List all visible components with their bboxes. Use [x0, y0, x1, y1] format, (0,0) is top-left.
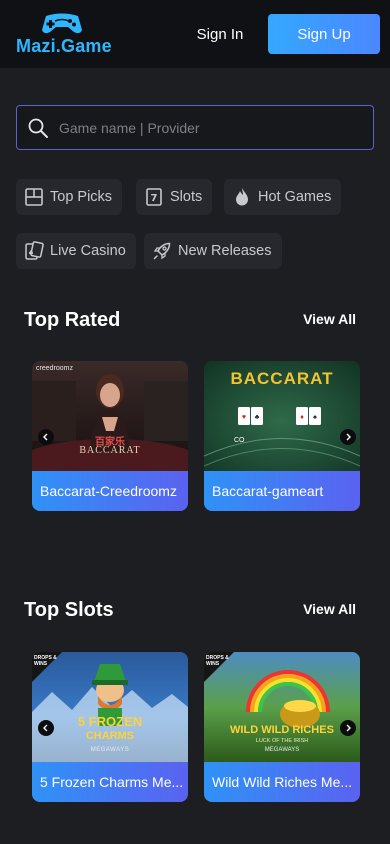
- category-label: Live Casino: [50, 243, 126, 259]
- chevron-left-icon: [43, 724, 48, 732]
- flame-icon: [236, 188, 248, 206]
- game-thumbnail: ♥ ♣ ♦ ♠ BACCARAT CO: [204, 361, 360, 471]
- drops-wins-badge: DROPS & WINS: [34, 655, 57, 667]
- category-label: Hot Games: [258, 189, 332, 205]
- chevron-left-icon: [43, 433, 48, 441]
- category-new-releases[interactable]: New Releases: [144, 233, 282, 269]
- svg-text:♥: ♥: [242, 414, 246, 421]
- chevron-right-icon: [346, 724, 351, 732]
- search-bar[interactable]: [16, 105, 374, 150]
- app-header: Mazi.Game Sign In Sign Up: [0, 0, 390, 68]
- thumb-subtitle: MEGAWAYS: [90, 747, 130, 753]
- view-all-top-rated-link[interactable]: View All: [303, 311, 356, 327]
- section-title-top-rated: Top Rated: [24, 309, 121, 331]
- carousel-prev-button[interactable]: [38, 429, 54, 445]
- provider-brand: creedroomz: [36, 365, 73, 372]
- sign-up-button[interactable]: Sign Up: [268, 14, 380, 54]
- logo-text: Mazi.Game: [16, 36, 112, 56]
- search-input[interactable]: [59, 119, 373, 136]
- game-title: Baccarat-Creedroomz: [32, 471, 188, 511]
- category-hot-games[interactable]: Hot Games: [224, 179, 342, 215]
- game-card-5-frozen-charms[interactable]: DROPS & WINS 5 FROZEN CHARMS MEGAWAYS 5 …: [32, 652, 188, 802]
- grid-icon: [25, 188, 43, 206]
- game-title: 5 Frozen Charms Me...: [32, 762, 188, 802]
- game-thumbnail: DROPS & WINS 5 FROZEN CHARMS MEGAWAYS: [32, 652, 188, 762]
- game-thumbnail: DROPS & WINS WILD WILD RICHES LUCK OF TH…: [204, 652, 360, 762]
- thumb-title: BACCARAT: [230, 369, 334, 388]
- category-top-picks[interactable]: Top Picks: [16, 179, 123, 215]
- thumb-title: WILD WILD RICHES: [230, 724, 334, 736]
- category-label: Slots: [170, 189, 203, 205]
- section-title-top-slots: Top Slots: [24, 599, 114, 621]
- slot-machine-icon: 7: [146, 188, 162, 206]
- game-card-baccarat-creedroomz[interactable]: creedroomz 百家乐 BACCARAT Baccarat-Creedro…: [32, 361, 188, 511]
- carousel-next-button[interactable]: [340, 720, 356, 736]
- game-title: Baccarat-gameart: [204, 471, 360, 511]
- game-title: Wild Wild Riches Me...: [204, 762, 360, 802]
- thumb-title-2: CHARMS: [85, 730, 135, 742]
- category-live-casino[interactable]: ♠ Live Casino: [16, 233, 136, 269]
- game-card-baccarat-gameart[interactable]: ♥ ♣ ♦ ♠ BACCARAT CO Baccarat-gameart: [204, 361, 360, 511]
- thumb-title: 5 FROZEN: [77, 714, 143, 729]
- svg-text:♦: ♦: [300, 414, 304, 421]
- logo[interactable]: Mazi.Game: [16, 12, 118, 56]
- rocket-icon: [153, 242, 171, 260]
- thumb-subtitle: LUCK OF THE IRISH: [255, 738, 309, 744]
- view-all-top-slots-link[interactable]: View All: [303, 601, 356, 617]
- svg-text:♠: ♠: [28, 249, 34, 257]
- thumb-subtitle: CO: [234, 437, 245, 444]
- carousel-prev-button[interactable]: [38, 720, 54, 736]
- game-thumbnail: creedroomz 百家乐 BACCARAT: [32, 361, 188, 471]
- drops-wins-badge: DROPS & WINS: [206, 655, 229, 667]
- thumb-subtitle-2: MEGAWAYS: [264, 747, 300, 753]
- svg-text:♣: ♣: [255, 414, 260, 421]
- chevron-right-icon: [346, 433, 351, 441]
- category-slots[interactable]: 7 Slots: [136, 179, 213, 215]
- sign-in-button[interactable]: Sign In: [188, 14, 252, 54]
- category-label: New Releases: [178, 243, 272, 259]
- search-icon: [28, 118, 48, 138]
- thumb-title: BACCARAT: [79, 445, 141, 456]
- carousel-next-button[interactable]: [340, 429, 356, 445]
- game-card-wild-wild-riches[interactable]: DROPS & WINS WILD WILD RICHES LUCK OF TH…: [204, 652, 360, 802]
- svg-text:7: 7: [151, 193, 158, 204]
- cards-icon: ♠: [25, 241, 44, 260]
- category-label: Top Picks: [50, 189, 113, 205]
- gamepad-logo-icon: [42, 13, 82, 34]
- svg-text:♠: ♠: [313, 414, 317, 421]
